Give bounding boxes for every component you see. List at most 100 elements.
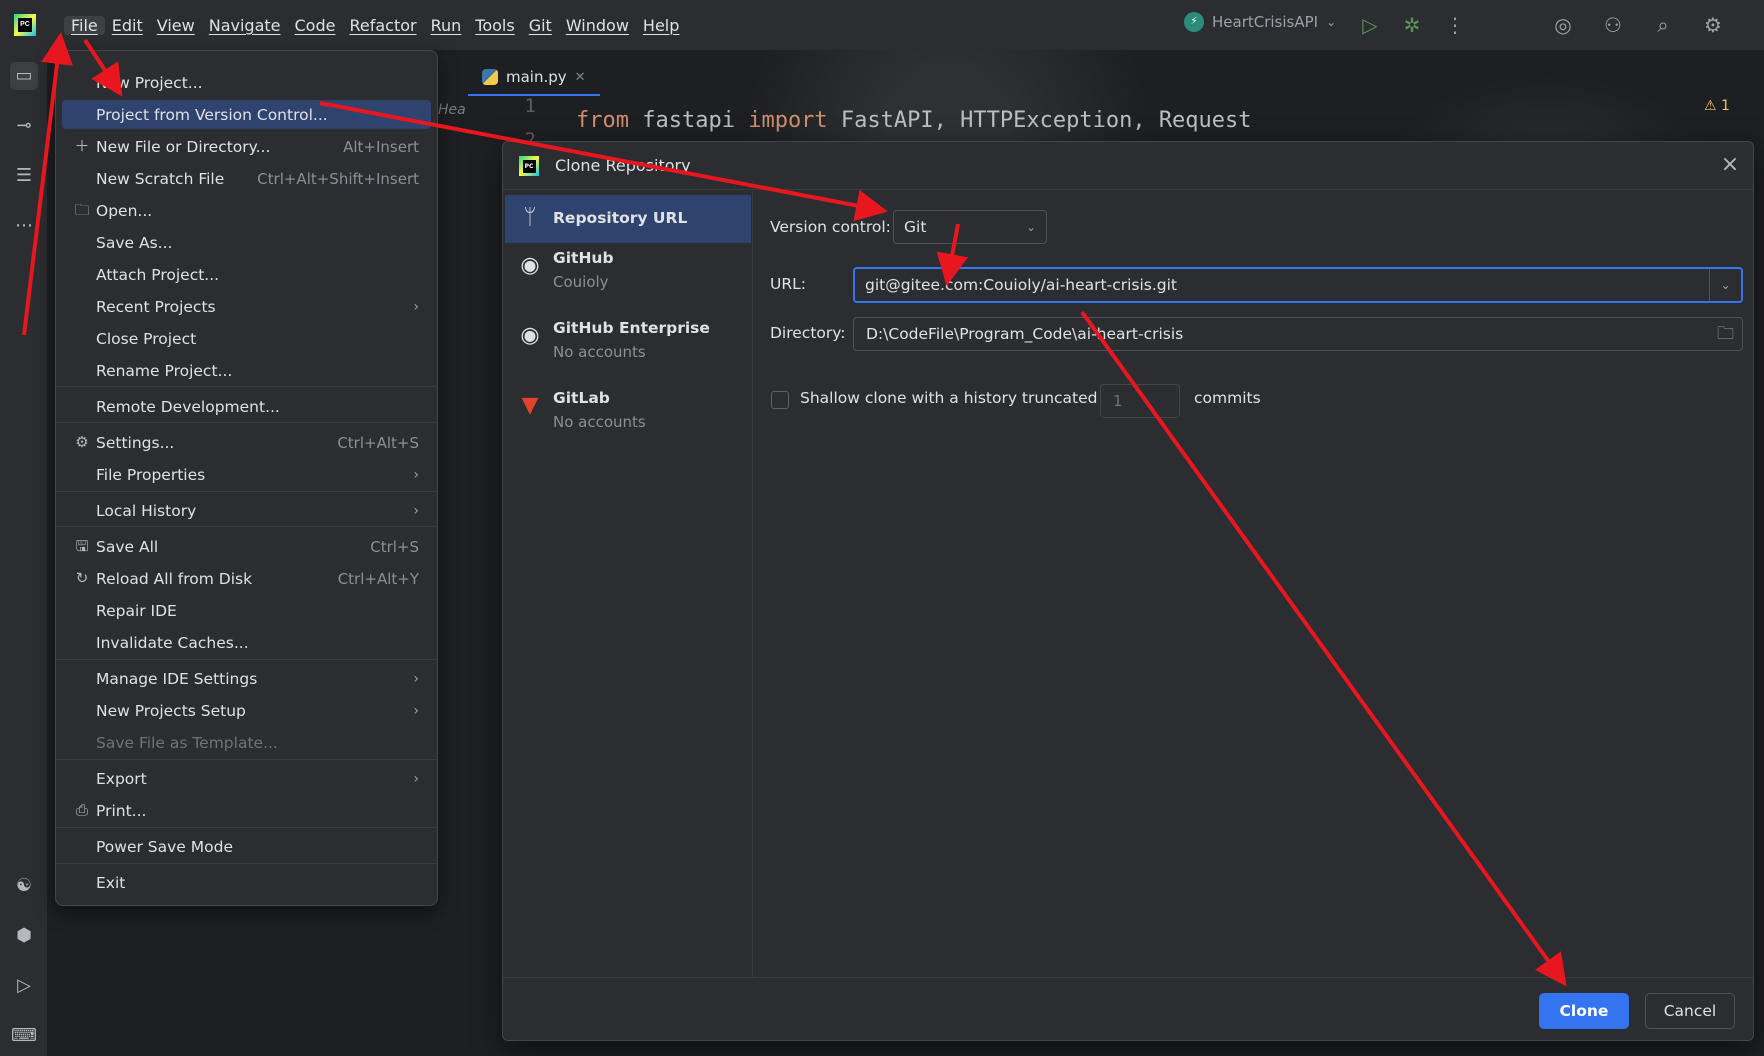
add-user-icon[interactable]: ⚇ xyxy=(1600,12,1626,38)
shallow-depth-input[interactable]: 1 xyxy=(1100,384,1180,418)
commit-icon[interactable]: ⊸ xyxy=(10,112,38,140)
browse-folder-icon[interactable]: 🗀 xyxy=(1717,318,1734,350)
file-menu-item-close-project[interactable]: Close Project xyxy=(62,324,431,353)
file-menu-item-exit[interactable]: Exit xyxy=(62,868,431,897)
clone-repository-dialog: PC Clone Repository × ᛘ Repository URL ◉… xyxy=(502,141,1754,1041)
gear-icon[interactable]: ⚙ xyxy=(1700,12,1726,38)
version-control-select[interactable]: Git ⌄ xyxy=(893,210,1047,244)
chevron-right-icon: › xyxy=(413,770,419,787)
menu-file[interactable]: File xyxy=(64,15,105,35)
file-menu-item-new-file-or-directory[interactable]: ＋ New File or Directory... Alt+Insert xyxy=(62,132,431,161)
project-folder-icon[interactable]: ▭ xyxy=(10,62,38,90)
file-menu-item-save-as[interactable]: Save As... xyxy=(62,228,431,257)
menu-item-label: Save As... xyxy=(96,233,173,252)
services-icon[interactable]: ▷ xyxy=(10,972,38,1000)
file-menu-item-open[interactable]: 🗀 Open... xyxy=(62,196,431,225)
menu-edit[interactable]: Edit xyxy=(105,16,150,35)
line-number: 1 xyxy=(524,95,536,117)
printer-icon: ⎙ xyxy=(75,801,88,819)
editor-tab-bar: main.py ✕ xyxy=(468,60,600,96)
more-options-icon[interactable]: ⋮ xyxy=(1442,12,1468,38)
clone-source-list: ᛘ Repository URL ◉ GitHub Couioly ◉ GitH… xyxy=(503,191,753,977)
menu-tools[interactable]: Tools xyxy=(468,16,521,35)
python-console-icon[interactable]: ☯ xyxy=(10,872,38,900)
menu-help[interactable]: Help xyxy=(636,16,686,35)
file-menu-item-save-file-as-template: Save File as Template... xyxy=(62,728,431,757)
run-icon[interactable]: ▷ xyxy=(1357,12,1383,38)
file-menu-item-new-projects-setup[interactable]: New Projects Setup › xyxy=(62,696,431,725)
url-history-dropdown-icon[interactable]: ⌄ xyxy=(1709,269,1741,301)
file-menu-item-repair-ide[interactable]: Repair IDE xyxy=(62,596,431,625)
file-menu-item-reload-all-from-disk[interactable]: ↻ Reload All from Disk Ctrl+Alt+Y xyxy=(62,564,431,593)
more-tools-icon[interactable]: ⋯ xyxy=(10,212,38,240)
tab-close-icon[interactable]: ✕ xyxy=(575,70,586,85)
file-menu-item-export[interactable]: Export › xyxy=(62,764,431,793)
pycharm-logo-icon[interactable]: PC xyxy=(14,14,36,36)
file-menu-item-print[interactable]: ⎙ Print... xyxy=(62,796,431,825)
file-menu-item-project-from-version-control[interactable]: Project from Version Control... xyxy=(62,100,431,129)
menu-code[interactable]: Code xyxy=(288,16,343,35)
menu-item-label: Reload All from Disk xyxy=(96,569,253,588)
file-menu-item-power-save-mode[interactable]: Power Save Mode xyxy=(62,832,431,861)
file-menu-item-local-history[interactable]: Local History › xyxy=(62,496,431,525)
file-menu-item-save-all[interactable]: 🖫 Save All Ctrl+S xyxy=(62,532,431,561)
clone-button[interactable]: Clone xyxy=(1539,993,1629,1029)
directory-input[interactable]: D:\CodeFile\Program_Code\ai-heart-crisis… xyxy=(853,317,1743,351)
menu-view[interactable]: View xyxy=(150,16,202,35)
gitlab-icon: ▼ xyxy=(521,393,539,418)
source-github[interactable]: ◉ GitHub Couioly xyxy=(505,243,751,305)
menu-item-label: Power Save Mode xyxy=(96,837,233,856)
file-menu-item-attach-project[interactable]: Attach Project... xyxy=(62,260,431,289)
menu-navigate[interactable]: Navigate xyxy=(202,16,288,35)
debug-icon[interactable]: ✲ xyxy=(1399,12,1425,38)
menu-separator xyxy=(56,827,437,828)
menu-item-label: Project from Version Control... xyxy=(96,105,328,124)
github-icon: ◉ xyxy=(520,323,540,348)
dialog-header: PC Clone Repository × xyxy=(503,142,1753,190)
source-gitlab[interactable]: ▼ GitLab No accounts xyxy=(505,383,751,445)
menu-run[interactable]: Run xyxy=(424,16,469,35)
code-line-1[interactable]: from fastapi import FastAPI, HTTPExcepti… xyxy=(576,108,1252,133)
ai-assistant-icon[interactable]: ◎ xyxy=(1550,12,1576,38)
plus-icon: ＋ xyxy=(74,137,90,155)
file-menu-item-invalidate-caches[interactable]: Invalidate Caches... xyxy=(62,628,431,657)
file-menu-item-new-scratch-file[interactable]: New Scratch File Ctrl+Alt+Shift+Insert xyxy=(62,164,431,193)
menu-item-label: Recent Projects xyxy=(96,297,216,316)
structure-icon[interactable]: ☰ xyxy=(10,162,38,190)
file-menu-item-recent-projects[interactable]: Recent Projects › xyxy=(62,292,431,321)
title-bar: PC File Edit View Navigate Code Refactor Run To… xyxy=(0,0,1764,50)
file-menu-item-manage-ide-settings[interactable]: Manage IDE Settings › xyxy=(62,664,431,693)
chevron-down-icon: ⌄ xyxy=(1025,220,1036,234)
menu-refactor[interactable]: Refactor xyxy=(342,16,423,35)
shallow-clone-checkbox[interactable] xyxy=(771,391,789,409)
terminal-icon[interactable]: ⌨ xyxy=(10,1022,38,1050)
menu-window[interactable]: Window xyxy=(559,16,636,35)
file-menu-item-settings[interactable]: ⚙ Settings... Ctrl+Alt+S xyxy=(62,428,431,457)
editor-tab-main-py[interactable]: main.py ✕ xyxy=(468,60,600,96)
cancel-button[interactable]: Cancel xyxy=(1645,993,1735,1029)
file-menu-item-file-properties[interactable]: File Properties › xyxy=(62,460,431,489)
python-packages-icon[interactable]: ⬢ xyxy=(10,922,38,950)
menu-separator xyxy=(56,491,437,492)
search-icon[interactable]: ⌕ xyxy=(1650,12,1676,38)
menu-git[interactable]: Git xyxy=(522,16,559,35)
menu-separator xyxy=(56,422,437,423)
menu-item-shortcut: Alt+Insert xyxy=(343,137,419,156)
chevron-right-icon: › xyxy=(413,466,419,483)
file-menu-item-new-project[interactable]: New Project... xyxy=(62,68,431,97)
project-name: HeartCrisisAPI xyxy=(1212,13,1319,31)
warning-badge[interactable]: ⚠ 1 xyxy=(1704,98,1730,114)
menu-item-label: File Properties xyxy=(96,465,206,484)
file-menu-item-remote-development[interactable]: Remote Development... xyxy=(62,392,431,421)
menu-item-label: Manage IDE Settings xyxy=(96,669,258,688)
close-icon[interactable]: × xyxy=(1717,152,1743,178)
source-github-enterprise[interactable]: ◉ GitHub Enterprise No accounts xyxy=(505,313,751,375)
source-repository-url[interactable]: ᛘ Repository URL xyxy=(505,195,751,243)
chevron-right-icon: › xyxy=(413,670,419,687)
project-selector[interactable]: ⚡ HeartCrisisAPI ⌄ xyxy=(1184,12,1336,32)
pycharm-logo-icon: PC xyxy=(519,156,539,176)
url-input[interactable]: git@gitee.com:Couioly/ai-heart-crisis.gi… xyxy=(853,267,1743,303)
url-value: git@gitee.com:Couioly/ai-heart-crisis.gi… xyxy=(865,276,1177,294)
menu-separator xyxy=(56,863,437,864)
file-menu-item-rename-project[interactable]: Rename Project... xyxy=(62,356,431,385)
